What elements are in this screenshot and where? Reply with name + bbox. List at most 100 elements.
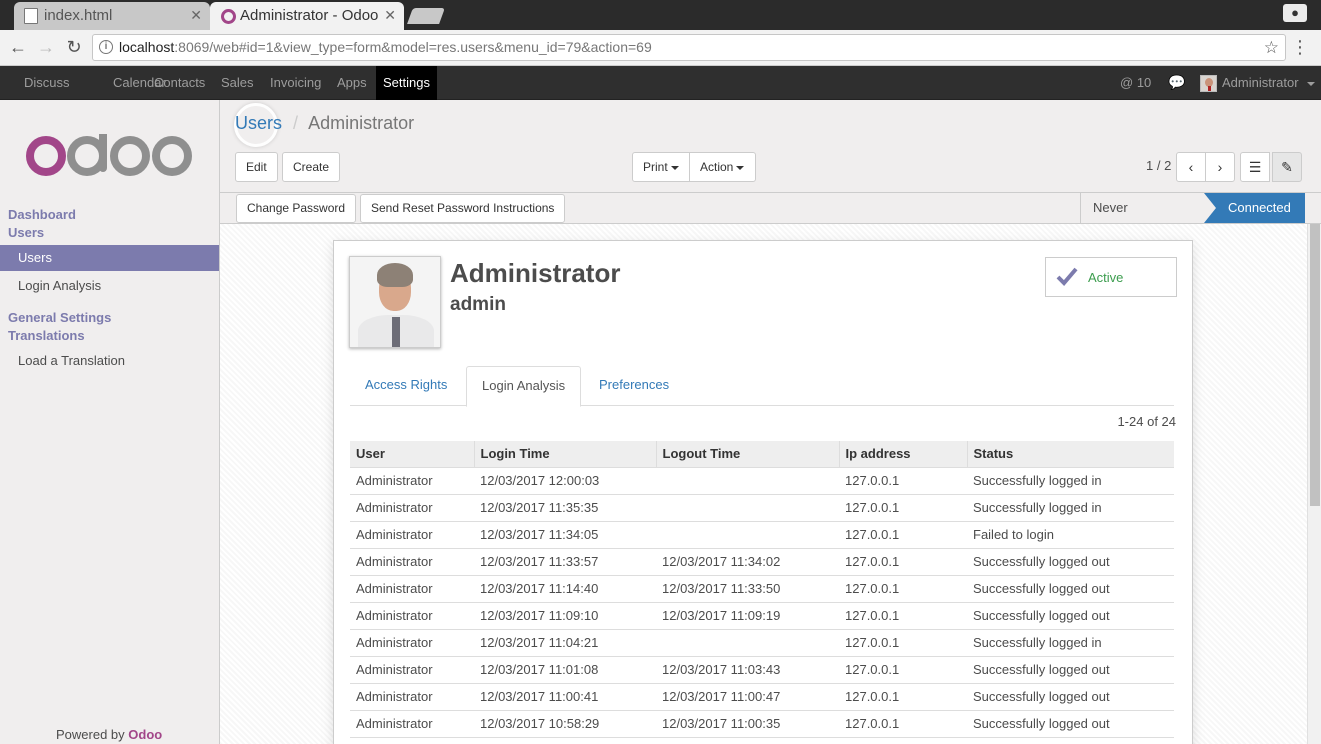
- cell-logout-time: 12/03/2017 11:33:50: [656, 575, 839, 603]
- menu-discuss[interactable]: Discuss: [17, 66, 77, 100]
- cell-status: Successfully logged in: [967, 494, 1174, 522]
- column-header[interactable]: Status: [966, 441, 1174, 468]
- action-dropdown[interactable]: Action: [689, 152, 756, 182]
- info-icon[interactable]: i: [99, 40, 113, 54]
- mentions-button[interactable]: @ 10: [1120, 66, 1151, 100]
- new-tab-button[interactable]: [407, 8, 445, 24]
- menu-sales[interactable]: Sales: [214, 66, 261, 100]
- sidebar-item-users[interactable]: Users: [0, 245, 219, 271]
- cell-user: Administrator: [350, 602, 474, 630]
- print-dropdown[interactable]: Print: [632, 152, 690, 182]
- user-photo[interactable]: [349, 256, 441, 348]
- sidebar-item-login-analysis[interactable]: Login Analysis: [0, 273, 219, 299]
- cell-logout-time: 12/03/2017 11:00:35: [656, 710, 839, 738]
- cell-user: Administrator: [350, 548, 474, 576]
- list-view-button[interactable]: ☰: [1240, 152, 1270, 182]
- reload-icon[interactable]: ↻: [62, 36, 86, 58]
- powered-by-brand[interactable]: Odoo: [128, 727, 162, 742]
- tab-login-analysis[interactable]: Login Analysis: [466, 366, 582, 407]
- chat-icon[interactable]: 💬: [1168, 66, 1185, 100]
- menu-apps[interactable]: Apps: [330, 66, 374, 100]
- cell-user: Administrator: [350, 683, 474, 711]
- cell-user: Administrator: [350, 656, 474, 684]
- record-count[interactable]: 1-24 of 24: [1117, 414, 1176, 429]
- check-icon: [1056, 267, 1078, 286]
- menu-invoicing[interactable]: Invoicing: [263, 66, 328, 100]
- user-menu[interactable]: Administrator: [1222, 66, 1316, 100]
- table-row[interactable]: Administrator 12/03/2017 11:14:40 12/03/…: [350, 575, 1174, 603]
- cell-ip-address: 127.0.0.1: [839, 683, 967, 711]
- forward-arrow-icon[interactable]: →: [34, 36, 58, 58]
- cell-login-time: 12/03/2017 11:14:40: [474, 575, 656, 603]
- form-view-button[interactable]: ✎: [1272, 152, 1302, 182]
- pager-value[interactable]: 1 / 2: [1146, 158, 1171, 173]
- table-row[interactable]: Administrator 12/03/2017 11:00:41 12/03/…: [350, 683, 1174, 711]
- column-header[interactable]: User: [350, 441, 474, 468]
- cell-status: Failed to login: [967, 521, 1174, 549]
- table-row[interactable]: Administrator 12/03/2017 11:34:05 127.0.…: [350, 521, 1174, 549]
- scrollbar-thumb[interactable]: [1310, 224, 1320, 506]
- menu-settings[interactable]: Settings: [376, 66, 437, 100]
- cell-ip-address: 127.0.0.1: [839, 575, 967, 603]
- main-menu-bar: Discuss Calendar Contacts Sales Invoicin…: [0, 66, 1321, 100]
- change-password-button[interactable]: Change Password: [236, 194, 357, 223]
- browser-tab-index[interactable]: index.html ✕: [14, 2, 210, 30]
- table-row[interactable]: Administrator 12/03/2017 11:35:35 127.0.…: [350, 494, 1174, 522]
- table-row[interactable]: Administrator 12/03/2017 11:09:10 12/03/…: [350, 602, 1174, 630]
- print-label: Print: [643, 160, 668, 174]
- close-icon[interactable]: ✕: [190, 2, 202, 29]
- sidebar-group-translations[interactable]: Translations: [8, 328, 85, 343]
- cell-status: Successfully logged in: [967, 467, 1174, 495]
- browser-tab-title: index.html: [44, 7, 113, 24]
- pager-previous-button[interactable]: ‹: [1176, 152, 1206, 182]
- cell-ip-address: 127.0.0.1: [839, 602, 967, 630]
- column-header[interactable]: Logout Time: [655, 441, 839, 468]
- table-row[interactable]: Administrator 12/03/2017 11:33:57 12/03/…: [350, 548, 1174, 576]
- edit-button[interactable]: Edit: [235, 152, 278, 182]
- cell-login-time: 12/03/2017 12:00:03: [474, 467, 656, 495]
- table-row[interactable]: Administrator 12/03/2017 11:01:08 12/03/…: [350, 656, 1174, 684]
- sidebar-group-dashboard[interactable]: Dashboard: [8, 207, 76, 222]
- cell-login-time: 12/03/2017 11:00:41: [474, 683, 656, 711]
- breadcrumb-users-link[interactable]: Users: [235, 113, 282, 133]
- create-button[interactable]: Create: [282, 152, 341, 182]
- cell-status: Successfully logged out: [967, 710, 1174, 738]
- url-host: localhost: [119, 39, 175, 55]
- pager-next-button[interactable]: ›: [1205, 152, 1235, 182]
- cell-ip-address: 127.0.0.1: [839, 521, 967, 549]
- odoo-logo: [26, 134, 192, 176]
- browser-menu-icon[interactable]: ⋮: [1291, 36, 1309, 58]
- breadcrumb-separator: /: [293, 113, 299, 133]
- active-label: Active: [1088, 270, 1124, 285]
- close-icon[interactable]: ✕: [384, 2, 396, 29]
- tab-access-rights[interactable]: Access Rights: [350, 366, 462, 406]
- back-arrow-icon[interactable]: ←: [6, 36, 30, 58]
- table-row[interactable]: Administrator 12/03/2017 11:04:21 127.0.…: [350, 629, 1174, 657]
- browser-tab-odoo[interactable]: Administrator - Odoo ✕: [210, 2, 404, 30]
- column-header[interactable]: Ip address: [838, 441, 967, 468]
- active-toggle-button[interactable]: Active: [1045, 257, 1177, 297]
- powered-by: Powered by Odoo: [56, 727, 162, 742]
- notebook-tabs: Access Rights Login Analysis Preferences: [350, 366, 1174, 407]
- cell-status: Successfully logged out: [967, 683, 1174, 711]
- send-reset-password-button[interactable]: Send Reset Password Instructions: [360, 194, 566, 223]
- cell-logout-time: [656, 494, 839, 522]
- tab-preferences[interactable]: Preferences: [584, 366, 684, 406]
- browser-profile-icon[interactable]: ●: [1283, 4, 1307, 22]
- table-header-row: User Login Time Logout Time Ip address S…: [350, 441, 1174, 468]
- table-row[interactable]: Administrator 12/03/2017 10:58:29 12/03/…: [350, 710, 1174, 738]
- browser-tab-strip: index.html ✕ Administrator - Odoo ✕ ●: [0, 0, 1321, 30]
- chevron-down-icon: [670, 165, 679, 170]
- column-header[interactable]: Login Time: [473, 441, 656, 468]
- sidebar-group-users[interactable]: Users: [8, 225, 44, 240]
- address-bar[interactable]: i localhost:8069/web#id=1&view_type=form…: [92, 34, 1286, 61]
- content-scrollbar[interactable]: [1307, 224, 1321, 744]
- form-sheet: Administrator admin Active Access Rights…: [333, 240, 1193, 744]
- star-icon[interactable]: ☆: [1264, 35, 1279, 60]
- cell-ip-address: 127.0.0.1: [839, 467, 967, 495]
- table-row[interactable]: Administrator 12/03/2017 12:00:03 127.0.…: [350, 467, 1174, 495]
- sidebar-item-load-translation[interactable]: Load a Translation: [0, 348, 219, 374]
- sidebar-group-general-settings[interactable]: General Settings: [8, 310, 111, 325]
- avatar[interactable]: [1200, 75, 1217, 92]
- menu-contacts[interactable]: Contacts: [147, 66, 212, 100]
